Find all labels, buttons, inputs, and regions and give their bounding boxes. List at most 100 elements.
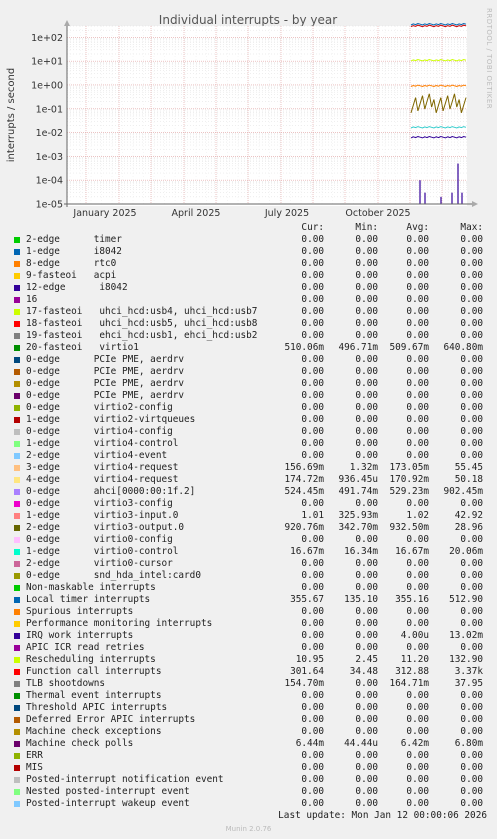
legend-min: 0.00: [355, 606, 378, 617]
legend-cur: 0.00: [301, 570, 324, 581]
legend-max: 0.00: [460, 762, 483, 773]
legend-swatch: [14, 345, 20, 351]
legend-label: Nested posted-interrupt event: [26, 786, 190, 797]
legend-max: 0.00: [460, 750, 483, 761]
legend-cur: 0.00: [301, 306, 324, 317]
legend-row: 20-fasteoi virtio1 510.06m 496.71m 509.67m 6…: [0, 342, 497, 354]
legend-swatch: [14, 321, 20, 327]
legend-swatch: [14, 381, 20, 387]
legend-min: 0.00: [355, 402, 378, 413]
legend-swatch: [14, 597, 20, 603]
legend-avg: 932.50m: [389, 522, 429, 533]
legend-swatch: [14, 249, 20, 255]
legend-avg: 0.00: [406, 726, 429, 737]
legend-swatch: [14, 537, 20, 543]
legend-avg: 4.00u: [400, 630, 429, 641]
legend-max: 0.00: [460, 450, 483, 461]
legend-label: Performance monitoring interrupts: [26, 618, 213, 629]
legend-min: 2.45: [355, 654, 378, 665]
legend-cur: 0.00: [301, 582, 324, 593]
legend-max: 0.00: [460, 774, 483, 785]
legend-cur: 0.00: [301, 750, 324, 761]
legend-min: 0.00: [355, 690, 378, 701]
legend-max: 42.92: [454, 510, 483, 521]
legend-swatch: [14, 789, 20, 795]
legend-min: 1.32m: [349, 462, 378, 473]
legend-row: 3-edge virtio4-request 156.69m 1.32m 173.05…: [0, 462, 497, 474]
legend-max: 13.02m: [449, 630, 483, 641]
legend-label: 1-edge virtio0-control: [26, 546, 179, 557]
legend-cur: 0.00: [301, 246, 324, 257]
legend-max: 0.00: [460, 642, 483, 653]
chart-title: Individual interrupts - by year: [159, 13, 337, 27]
legend-max: 0.00: [460, 426, 483, 437]
legend-cur: 0.00: [301, 642, 324, 653]
legend-cur: 0.00: [301, 354, 324, 365]
legend-swatch: [14, 765, 20, 771]
x-tick-labels: January 2025 April 2025 July 2025 October 2…: [72, 208, 410, 219]
legend-cur: 0.00: [301, 390, 324, 401]
legend-cur: 156.69m: [284, 462, 324, 473]
legend-max: 0.00: [460, 714, 483, 725]
legend-max: 0.00: [460, 798, 483, 809]
legend-cur: 0.00: [301, 762, 324, 773]
legend-avg: 6.42m: [400, 738, 429, 749]
legend-row: 16 0.00 0.00 0.00 0.00: [0, 294, 497, 306]
rrdtool-credit: RRDTOOL / TOBI OETIKER: [485, 8, 493, 110]
x-tick-label: July 2025: [264, 208, 309, 219]
legend-min: 491.74m: [338, 486, 378, 497]
legend-swatch: [14, 777, 20, 783]
legend-avg: 0.00: [406, 774, 429, 785]
legend-avg: 0.00: [406, 570, 429, 581]
legend-max: 28.96: [454, 522, 483, 533]
x-tick-label: April 2025: [172, 208, 221, 219]
legend-max: 0.00: [460, 354, 483, 365]
legend-min: 0.00: [355, 426, 378, 437]
legend-cur: 0.00: [301, 690, 324, 701]
legend-label: 0-edge PCIe PME, aerdrv: [26, 366, 185, 377]
legend-min: 0.00: [355, 414, 378, 425]
y-tick-labels: 1e+02 1e+01 1e+00 1e-01 1e-02 1e-03 1e-04 1e-05: [31, 33, 63, 211]
legend-max: 0.00: [460, 570, 483, 581]
legend-label: Spurious interrupts: [26, 606, 134, 617]
legend-cur: 0.00: [301, 702, 324, 713]
legend-min: 496.71m: [338, 342, 378, 353]
legend-avg: 0.00: [406, 618, 429, 629]
legend-cur: 0.00: [301, 282, 324, 293]
legend-min: 0.00: [355, 366, 378, 377]
legend-avg: 0.00: [406, 702, 429, 713]
legend-avg: 0.00: [406, 306, 429, 317]
legend-label: 4-edge virtio4-request: [26, 474, 179, 485]
legend-cur: 0.00: [301, 606, 324, 617]
legend-cur: 0.00: [301, 714, 324, 725]
legend-label: IRQ work interrupts: [26, 630, 134, 641]
legend-label: Function call interrupts: [26, 666, 162, 677]
legend-min: 342.70m: [338, 522, 378, 533]
y-tick-label: 1e+00: [31, 80, 63, 91]
legend-avg: 11.20: [400, 654, 429, 665]
y-tick-label: 1e-04: [36, 176, 63, 187]
legend-min: 0.00: [355, 786, 378, 797]
legend-row: 1-edge virtio3-input.0 1.01 325.93m 1.02 42.…: [0, 510, 497, 522]
legend-cur: 0.00: [301, 270, 324, 281]
legend-cur: 0.00: [301, 438, 324, 449]
legend-min: 0.00: [355, 726, 378, 737]
legend-swatch: [14, 453, 20, 459]
legend-avg: 0.00: [406, 786, 429, 797]
legend-row: 1-edge virtio0-control 16.67m 16.34m 16.67m…: [0, 546, 497, 558]
y-axis-label: interrupts / second: [6, 68, 17, 162]
legend-swatch: [14, 561, 20, 567]
legend-row: 1-edge virtio4-control 0.00 0.00 0.00 0.00: [0, 438, 497, 450]
legend-cur: 154.70m: [284, 678, 324, 689]
legend-label: 2-edge virtio0-cursor: [26, 558, 173, 569]
legend-row: 0-edge ahci[0000:00:1f.2] 524.45m 491.74m 5…: [0, 486, 497, 498]
legend-avg: 312.88: [395, 666, 429, 677]
legend-min: 936.45u: [338, 474, 378, 485]
legend-cur: 1.01: [301, 510, 324, 521]
legend-row: Local timer interrupts 355.67 135.10 355.16…: [0, 594, 497, 606]
legend-row: Machine check exceptions 0.00 0.00 0.00 0.00: [0, 726, 497, 738]
legend-cur: 0.00: [301, 618, 324, 629]
legend-swatch: [14, 393, 20, 399]
legend-swatch: [14, 429, 20, 435]
legend-min: 0.00: [355, 258, 378, 269]
